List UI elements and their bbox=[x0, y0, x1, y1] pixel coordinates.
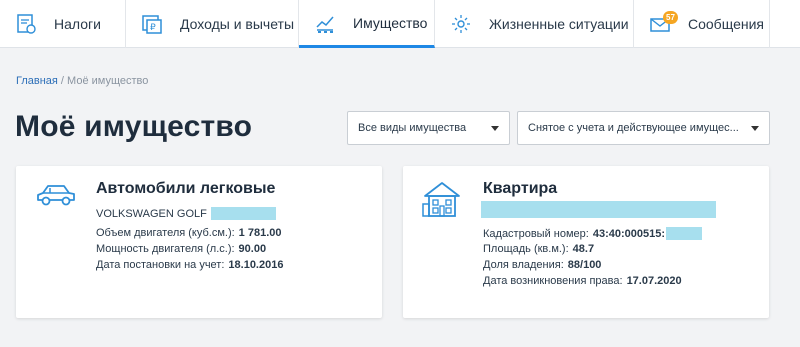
breadcrumb-separator: / bbox=[57, 75, 68, 87]
unread-count-badge: 57 bbox=[663, 11, 678, 24]
rights-date-row: Дата возникновения права: 17.07.2020 bbox=[483, 275, 682, 287]
engine-volume-label: Объем двигателя (куб.см.): bbox=[96, 227, 235, 239]
breadcrumb-current: Моё имущество bbox=[67, 75, 149, 87]
property-card-flat[interactable]: Квартира Кадастровый номер: 43:40:000515… bbox=[403, 166, 769, 318]
breadcrumb-home-link[interactable]: Главная bbox=[16, 75, 58, 87]
engine-volume-row: Объем двигателя (куб.см.): 1 781.00 bbox=[96, 227, 282, 239]
property-type-select-value: Все виды имущества bbox=[358, 122, 467, 134]
chevron-down-icon bbox=[751, 126, 759, 131]
card-title: Квартира bbox=[483, 180, 558, 197]
property-card-car[interactable]: Автомобили легковые VOLKSWAGEN GOLF Объе… bbox=[16, 166, 382, 318]
nav-item-label: Налоги bbox=[54, 16, 101, 32]
redaction-block bbox=[666, 227, 703, 240]
area-value: 48.7 bbox=[572, 243, 595, 255]
engine-power-label: Мощность двигателя (л.с.): bbox=[96, 243, 235, 255]
car-icon bbox=[34, 180, 78, 215]
registration-date-value: 18.10.2016 bbox=[228, 259, 284, 271]
ownership-share-value: 88/100 bbox=[567, 259, 602, 271]
engine-volume-value: 1 781.00 bbox=[238, 227, 282, 239]
income-deductions-icon: ₽ bbox=[140, 12, 164, 36]
property-chart-icon bbox=[313, 11, 337, 35]
car-model: VOLKSWAGEN GOLF bbox=[96, 207, 276, 220]
nav-item-messages[interactable]: 57 Сообщения bbox=[634, 0, 770, 48]
nav-item-label: Жизненные ситуации bbox=[489, 16, 629, 32]
redaction-block bbox=[481, 201, 716, 218]
life-situations-icon bbox=[449, 12, 473, 36]
rights-date-value: 17.07.2020 bbox=[626, 275, 682, 287]
tax-doc-icon bbox=[14, 12, 38, 36]
svg-text:₽: ₽ bbox=[150, 23, 156, 33]
nav-item-label: Имущество bbox=[353, 14, 428, 31]
nav-item-label: Доходы и вычеты bbox=[180, 16, 295, 32]
nav-item-income-deductions[interactable]: ₽ Доходы и вычеты bbox=[126, 0, 299, 48]
card-title: Автомобили легковые bbox=[96, 180, 276, 197]
breadcrumb: Главная / Моё имущество bbox=[16, 75, 148, 87]
car-model-name: VOLKSWAGEN GOLF bbox=[96, 207, 207, 220]
ownership-share-row: Доля владения: 88/100 bbox=[483, 259, 601, 271]
top-navigation: Налоги ₽ Доходы и вычеты Имущество Жизне… bbox=[0, 0, 800, 48]
chevron-down-icon bbox=[491, 126, 499, 131]
area-label: Площадь (кв.м.): bbox=[483, 243, 569, 255]
rights-date-label: Дата возникновения права: bbox=[483, 275, 623, 287]
nav-item-taxes[interactable]: Налоги bbox=[0, 0, 126, 48]
property-status-select[interactable]: Снятое с учета и действующее имущес... bbox=[517, 111, 770, 145]
cadastral-number-label: Кадастровый номер: bbox=[483, 227, 589, 240]
engine-power-value: 90.00 bbox=[238, 243, 267, 255]
property-status-select-value: Снятое с учета и действующее имущес... bbox=[528, 122, 739, 134]
ownership-share-label: Доля владения: bbox=[483, 259, 564, 271]
registration-date-label: Дата постановки на учет: bbox=[96, 259, 225, 271]
area-row: Площадь (кв.м.): 48.7 bbox=[483, 243, 594, 255]
redaction-block bbox=[210, 207, 276, 220]
nav-item-property[interactable]: Имущество bbox=[299, 0, 435, 48]
next-section-peek bbox=[22, 341, 422, 347]
nav-item-label: Сообщения bbox=[688, 16, 764, 32]
cadastral-number-row: Кадастровый номер: 43:40:000515: bbox=[483, 227, 703, 240]
cadastral-number-value: 43:40:000515: bbox=[592, 227, 666, 240]
registration-date-row: Дата постановки на учет: 18.10.2016 bbox=[96, 259, 283, 271]
page-title: Моё имущество bbox=[15, 110, 253, 143]
engine-power-row: Мощность двигателя (л.с.): 90.00 bbox=[96, 243, 266, 255]
building-icon bbox=[421, 180, 463, 223]
nav-item-life-situations[interactable]: Жизненные ситуации bbox=[435, 0, 634, 48]
property-type-select[interactable]: Все виды имущества bbox=[347, 111, 510, 145]
